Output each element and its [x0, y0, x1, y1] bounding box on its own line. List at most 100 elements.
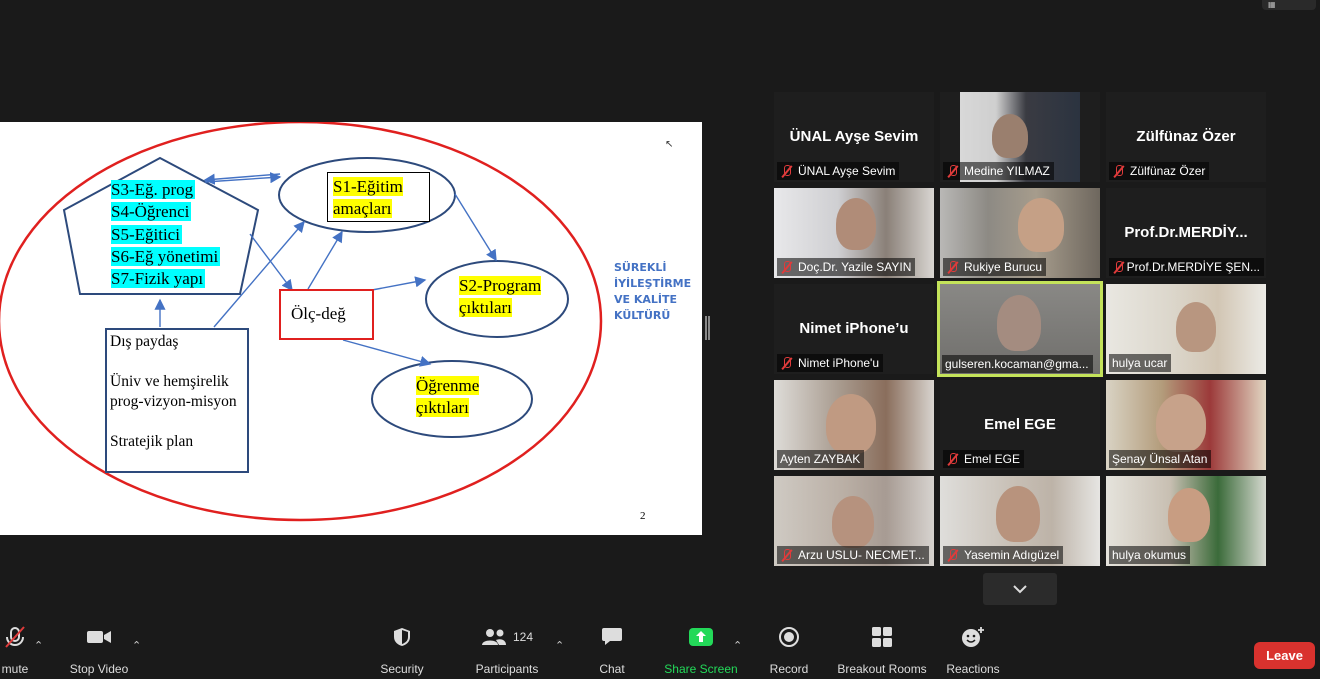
chat-button[interactable]: Chat [592, 620, 632, 679]
participant-tile[interactable]: Arzu USLU- NECMET... [774, 476, 934, 566]
shared-screen-slide: S3-Eğ. prog S4-Öğrenci S5-Eğitici S6-Eğ … [0, 122, 702, 535]
surekli-line: SÜREKLİ [614, 261, 667, 274]
participant-tile[interactable]: ÜNAL Ayşe Sevim ÜNAL Ayşe Sevim [774, 92, 934, 182]
record-label: Record [769, 662, 809, 676]
surekli-line: KÜLTÜRÜ [614, 309, 671, 322]
participant-label: Arzu USLU- NECMET... [777, 546, 929, 564]
pentagon-text: S3-Eğ. prog S4-Öğrenci S5-Eğitici S6-Eğ … [111, 179, 221, 290]
participant-display-name: ÜNAL Ayşe Sevim [789, 128, 919, 145]
participant-face [836, 198, 876, 250]
mic-muted-icon [780, 164, 794, 178]
share-screen-icon [689, 628, 713, 646]
participant-name: Şenay Ünsal Atan [1112, 452, 1208, 466]
dis-line [110, 352, 247, 372]
participant-tile[interactable]: Ayten ZAYBAK [774, 380, 934, 470]
participants-label: Participants [475, 662, 539, 676]
dis-line: Üniv ve hemşirelik [110, 373, 229, 390]
participant-face [826, 394, 876, 454]
mic-muted-icon [946, 548, 960, 562]
ogrenme-line2: çıktıları [416, 398, 469, 417]
mic-muted-icon [946, 164, 960, 178]
participant-label: hulya ucar [1109, 354, 1172, 372]
participant-tile[interactable]: Rukiye Burucu [940, 188, 1100, 278]
breakout-rooms-label: Breakout Rooms [837, 662, 927, 676]
security-label: Security [380, 662, 424, 676]
chevron-down-icon [1013, 585, 1027, 594]
participant-tile[interactable]: Doç.Dr. Yazile SAYIN [774, 188, 934, 278]
surekli-iyilestirme-text: SÜREKLİ İYİLEŞTİRME VE KALİTE KÜLTÜRÜ [614, 260, 691, 324]
reactions-button[interactable]: Reactions [944, 620, 1002, 679]
reactions-icon [962, 627, 984, 647]
ogrenme-text: Öğrenme çıktıları [416, 375, 480, 419]
s1-line1: S1-Eğitim [333, 177, 403, 196]
surekli-line: İYİLEŞTİRME [614, 277, 692, 290]
slide-number: 2 [640, 510, 646, 522]
participant-name: Arzu USLU- NECMET... [798, 548, 925, 562]
s7-label: S7-Fizik yapı [111, 269, 206, 289]
participant-tile[interactable]: Medine YILMAZ [940, 92, 1100, 182]
participant-name: Doç.Dr. Yazile SAYIN [798, 260, 912, 274]
security-button[interactable]: Security [375, 620, 429, 679]
stop-video-button[interactable]: Stop Video [66, 620, 132, 679]
video-options-caret-icon[interactable]: ⌃ [132, 639, 141, 652]
record-icon [779, 627, 799, 647]
participant-label: Yasemin Adıgüzel [943, 546, 1064, 564]
chat-label: Chat [599, 662, 625, 676]
participant-face [1168, 488, 1210, 542]
share-screen-label: Share Screen [664, 662, 738, 676]
participant-tile[interactable]: Emel EGE Emel EGE [940, 380, 1100, 470]
panel-splitter[interactable] [705, 316, 710, 340]
participant-name: Ayten ZAYBAK [780, 452, 861, 466]
participant-tile[interactable]: Zülfünaz Özer Zülfünaz Özer [1106, 92, 1266, 182]
participant-tile[interactable]: Şenay Ünsal Atan [1106, 380, 1266, 470]
participant-label: ÜNAL Ayşe Sevim [777, 162, 900, 180]
participants-count: 124 [512, 630, 534, 644]
breakout-rooms-button[interactable]: Breakout Rooms [836, 620, 928, 679]
participant-tile[interactable]: hulya okumus [1106, 476, 1266, 566]
mute-button[interactable]: mute [0, 620, 30, 679]
chat-icon [602, 628, 622, 645]
participant-name: gulseren.kocaman@gma... [945, 357, 1089, 371]
participant-tile[interactable]: Yasemin Adıgüzel [940, 476, 1100, 566]
participants-options-caret-icon[interactable]: ⌃ [555, 639, 564, 652]
participant-label: Medine YILMAZ [943, 162, 1054, 180]
dis-paydas-box: Dış paydaş Üniv ve hemşirelik prog-vizyo… [105, 328, 249, 473]
participant-display-name: Prof.Dr.MERDİY... [1124, 224, 1248, 241]
participant-display-name: Emel EGE [984, 416, 1056, 433]
participant-tile[interactable]: Prof.Dr.MERDİY... Prof.Dr.MERDİYE ŞEN... [1106, 188, 1266, 278]
participant-tile[interactable]: Nimet iPhone’u Nimet iPhone'u [774, 284, 934, 374]
participant-face [996, 486, 1040, 542]
meeting-toolbar: mute ⌃ Stop Video ⌃ Security 124 Partici… [0, 620, 1320, 679]
participant-name: hulya ucar [1112, 356, 1168, 370]
participant-display-name: Zülfünaz Özer [1136, 128, 1236, 145]
stop-video-label: Stop Video [69, 662, 129, 676]
mic-muted-icon [946, 452, 960, 466]
participants-icon [481, 629, 506, 645]
gallery-next-page-button[interactable] [983, 573, 1057, 605]
participant-label: Şenay Ünsal Atan [1109, 450, 1212, 468]
mic-muted-icon [780, 548, 794, 562]
audio-options-caret-icon[interactable]: ⌃ [34, 639, 43, 652]
leave-button[interactable]: Leave [1254, 642, 1315, 669]
active-speaker-tile[interactable]: gulseren.kocaman@gma... [937, 281, 1103, 377]
participant-name: Zülfünaz Özer [1130, 164, 1206, 178]
dis-line [110, 412, 247, 432]
participant-tile[interactable]: hulya ucar [1106, 284, 1266, 374]
participant-label: Emel EGE [943, 450, 1025, 468]
participants-button[interactable]: 124 Participants [474, 620, 540, 679]
s6-label: S6-Eğ yönetimi [111, 246, 221, 266]
s1-line2: amaçları [333, 199, 392, 218]
s4-label: S4-Öğrenci [111, 202, 192, 222]
share-options-caret-icon[interactable]: ⌃ [733, 639, 742, 652]
record-button[interactable]: Record [766, 620, 812, 679]
s1-box: S1-Eğitim amaçları [327, 172, 430, 222]
mic-muted-icon [780, 356, 794, 370]
participant-label: Rukiye Burucu [943, 258, 1047, 276]
participant-label: Nimet iPhone'u [777, 354, 883, 372]
view-options-button[interactable]: ▦ [1262, 0, 1316, 10]
participant-name: Nimet iPhone'u [798, 356, 879, 370]
participant-label: Prof.Dr.MERDİYE ŞEN... [1109, 258, 1264, 276]
share-screen-button[interactable]: Share Screen [664, 620, 738, 679]
reactions-label: Reactions [946, 662, 1000, 676]
grid-icon: ▦ [1268, 0, 1276, 9]
